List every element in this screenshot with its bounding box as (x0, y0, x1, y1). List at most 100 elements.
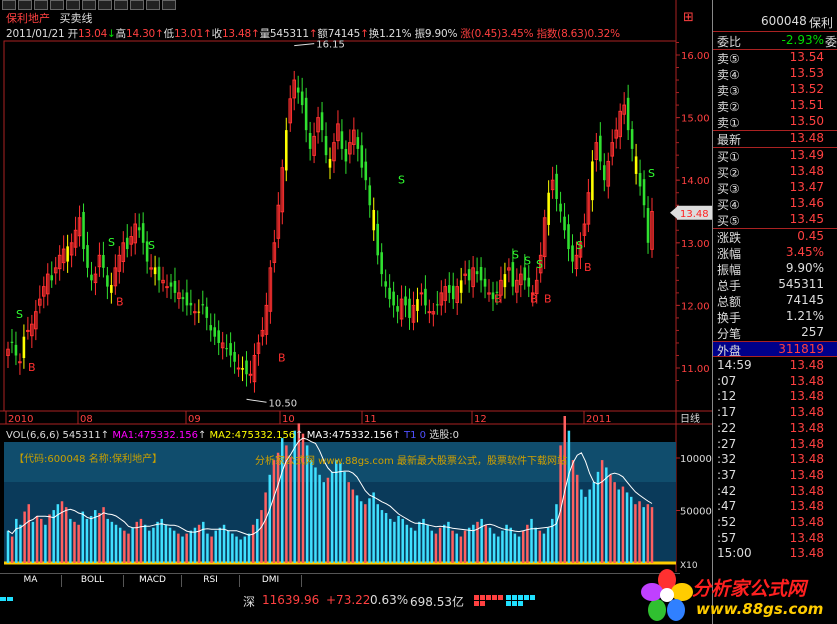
volume-bar (484, 524, 488, 563)
volume-bar (376, 504, 380, 563)
candle-body (10, 341, 14, 343)
candle-body (630, 129, 634, 149)
volume-bar (538, 530, 542, 563)
volume-bar (426, 524, 429, 563)
tab-dmi[interactable]: DMI (240, 575, 302, 587)
volume-bar (418, 521, 421, 563)
tick-price: 13.48 (789, 389, 824, 404)
candle-body (559, 203, 562, 212)
volume-bar (588, 489, 591, 563)
tick-time: 15:00 (717, 546, 752, 561)
candle-body (567, 224, 570, 250)
tick-price: 13.48 (789, 483, 824, 498)
volume-bar (580, 489, 583, 563)
volume-bar (6, 530, 10, 563)
ask-label: 卖④ (717, 68, 740, 82)
candle-body (165, 286, 169, 289)
sell-signal: S (16, 308, 23, 321)
lock-icon[interactable]: ⊞ (683, 10, 694, 25)
stat-label: 总额 (717, 295, 742, 309)
tick-time: :17 (717, 405, 737, 420)
ask-label: 卖③ (717, 84, 740, 98)
buy-signal: B (494, 292, 502, 305)
volume-bar (226, 530, 230, 563)
volume-bar (264, 492, 267, 563)
volume-bar (243, 536, 247, 563)
kline-chart[interactable]: 16.00 15.00 14.00 13.00 12.00 11.00 13.48 2010 0… (0, 0, 712, 624)
candle-body (404, 296, 407, 306)
volume-bar (73, 521, 76, 563)
volume-bar (60, 501, 64, 563)
tab-macd[interactable]: MACD (124, 575, 182, 587)
min-leader (246, 398, 267, 403)
volume-bar (530, 518, 533, 563)
volume-bar (77, 524, 80, 563)
volume-bar (364, 504, 367, 563)
tab-ma[interactable]: MA (0, 575, 62, 587)
volume-bar (650, 507, 654, 563)
indicator-name[interactable]: 买卖线 (60, 12, 93, 25)
ask-row-5[interactable]: 卖⑤ 13.54 (713, 50, 837, 66)
index-change: +73.22 (326, 593, 371, 607)
ask-row-2[interactable]: 卖② 13.51 (713, 98, 837, 114)
buy-signal: B (530, 292, 538, 305)
volume-bar (214, 530, 217, 563)
volume-bar (235, 536, 238, 563)
bid-row-4[interactable]: 买④ 13.46 (713, 196, 837, 212)
sell-signal: S (398, 173, 405, 186)
candle-body (376, 223, 379, 256)
volume-bar (210, 536, 213, 563)
volume-bar (567, 430, 571, 563)
candle-body (205, 306, 209, 318)
candle-body (511, 262, 515, 287)
ask-row-3[interactable]: 卖③ 13.52 (713, 82, 837, 98)
tab-boll[interactable]: BOLL (62, 575, 124, 587)
candle-body (241, 368, 244, 370)
bid-label: 买② (717, 166, 740, 180)
price-axis-label: 13.00 (681, 239, 710, 250)
tick-time: :07 (717, 373, 737, 388)
price-axis-label: 16.00 (681, 51, 710, 62)
ask-price: 13.50 (789, 114, 824, 128)
bid-row-3[interactable]: 买③ 13.47 (713, 180, 837, 196)
sell-signal: S (108, 236, 115, 249)
bid-price: 13.48 (789, 164, 824, 178)
volume-bar (168, 527, 172, 563)
tick-time: :27 (717, 436, 737, 451)
volume-bar (81, 511, 85, 563)
bid-row-1[interactable]: 买① 13.49 (713, 148, 837, 164)
volume-bar (222, 524, 226, 563)
close-value: 13.48 (221, 28, 251, 40)
volume-bar (372, 492, 375, 563)
logo-text-url: www.88gs.com (696, 600, 824, 618)
volume-bar (127, 533, 130, 563)
volume-bar (330, 471, 334, 563)
ask-label: 卖② (717, 100, 740, 114)
volume-bar (571, 460, 575, 563)
volume-bar (39, 518, 43, 563)
volume-bar (268, 474, 272, 563)
stock-name: 保利地产 (6, 12, 50, 25)
current-price-label: 13.48 (680, 209, 709, 220)
tick-price: 13.48 (789, 373, 824, 388)
price-axis-label: 15.00 (681, 114, 710, 125)
tab-rsi[interactable]: RSI (182, 575, 240, 587)
ask-row-4[interactable]: 卖④ 13.53 (713, 66, 837, 82)
bid-row-2[interactable]: 买② 13.48 (713, 164, 837, 180)
bid-row-5[interactable]: 买⑤ 13.45 (713, 212, 837, 228)
candle-body (82, 211, 85, 250)
volume-bar (443, 524, 446, 563)
candle-body (483, 278, 487, 287)
candle-body (475, 271, 479, 275)
candle-body (236, 367, 241, 370)
ask-price: 13.51 (789, 98, 824, 112)
volume-bar (114, 524, 118, 563)
volume-bar (355, 495, 359, 563)
volume-bar (181, 536, 184, 563)
volume-bar (106, 518, 109, 563)
stat-row-change: 涨跌 0.45 (713, 229, 837, 245)
quote-name: 保利 (809, 16, 834, 30)
market-label: 深 (243, 595, 256, 609)
tick-row: :07 13.48 (713, 374, 837, 390)
ask-row-1[interactable]: 卖① 13.50 (713, 114, 837, 130)
